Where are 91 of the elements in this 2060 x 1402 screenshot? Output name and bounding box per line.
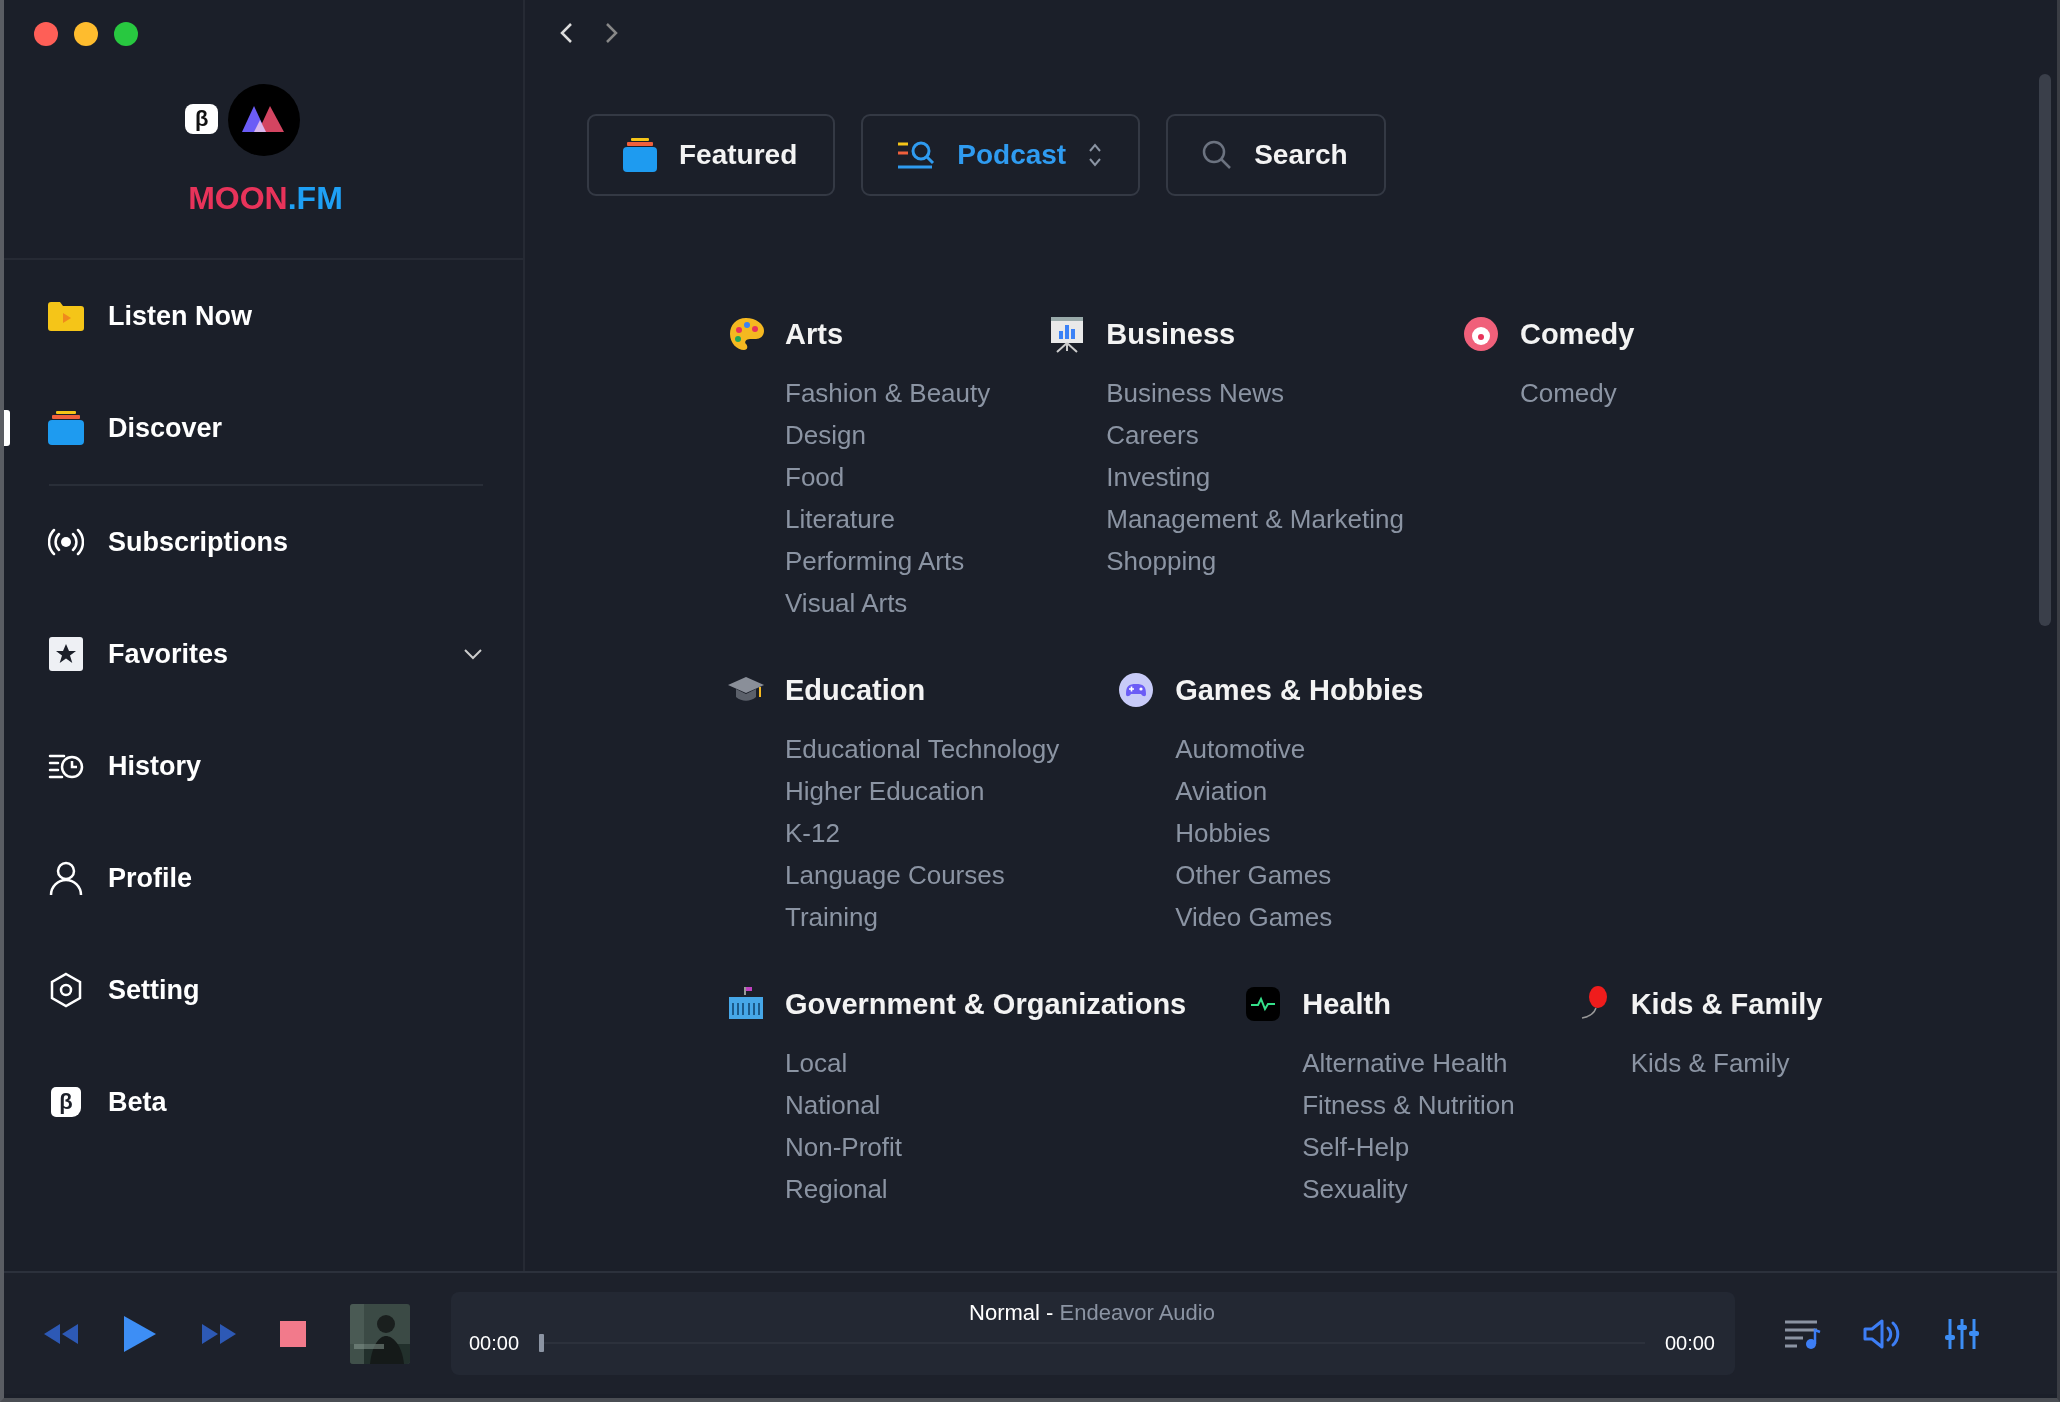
category-heading[interactable]: Education bbox=[785, 670, 1060, 710]
subcategory-link[interactable]: Non-Profit bbox=[785, 1126, 1187, 1168]
stack-icon bbox=[623, 138, 657, 172]
podcast-dropdown[interactable]: Podcast bbox=[861, 114, 1141, 196]
subcategory-link[interactable]: Aviation bbox=[1175, 770, 1424, 812]
sidebar-item[interactable]: History bbox=[4, 710, 523, 822]
subcategory-link[interactable]: Literature bbox=[785, 498, 991, 540]
subcategory-link[interactable]: Fashion & Beauty bbox=[785, 372, 991, 414]
beta-badge: β bbox=[185, 104, 219, 134]
broadcast-icon bbox=[48, 528, 84, 556]
stack-icon bbox=[48, 411, 84, 445]
play-button[interactable] bbox=[122, 1313, 158, 1354]
heartbeat-icon bbox=[1246, 987, 1281, 1021]
beta-icon: β bbox=[51, 1087, 81, 1117]
subcategory-link[interactable]: Alternative Health bbox=[1302, 1042, 1515, 1084]
fast-forward-icon bbox=[200, 1321, 238, 1346]
updown-icon bbox=[1088, 142, 1103, 168]
subcategory-link[interactable]: Investing bbox=[1106, 456, 1404, 498]
stop-button[interactable] bbox=[280, 1320, 306, 1347]
subcategory-link[interactable]: Language Courses bbox=[785, 854, 1060, 896]
equalizer-icon bbox=[1945, 1316, 1979, 1351]
sidebar-item[interactable]: β Beta bbox=[4, 1046, 523, 1158]
featured-tab[interactable]: Featured bbox=[587, 114, 836, 196]
category-heading[interactable]: Games & Hobbies bbox=[1175, 670, 1424, 710]
app-name: MOON.FM bbox=[188, 180, 343, 216]
flower-icon bbox=[1462, 316, 1499, 352]
category-heading[interactable]: Government & Organizations bbox=[785, 984, 1187, 1024]
subcategory-link[interactable]: Automotive bbox=[1175, 728, 1424, 770]
building-icon bbox=[728, 987, 764, 1021]
sidebar-item[interactable]: Setting bbox=[4, 934, 523, 1046]
stop-icon bbox=[280, 1320, 306, 1347]
sidebar-item[interactable]: Favorites bbox=[4, 598, 523, 710]
subcategory-link[interactable]: Self-Help bbox=[1302, 1126, 1515, 1168]
search-button[interactable]: Search bbox=[1166, 114, 1386, 196]
category-heading[interactable]: Business bbox=[1106, 314, 1404, 354]
subcategory-link[interactable]: K-12 bbox=[785, 812, 1060, 854]
gamepad-icon bbox=[1118, 672, 1155, 708]
subcategory-link[interactable]: Video Games bbox=[1175, 896, 1424, 938]
zoom-button[interactable] bbox=[114, 22, 138, 46]
category-heading[interactable]: Health bbox=[1302, 984, 1515, 1024]
sidebar-item[interactable]: Listen Now bbox=[4, 260, 523, 372]
scrollbar-thumb[interactable] bbox=[2039, 74, 2051, 626]
category-heading[interactable]: Comedy bbox=[1519, 314, 1635, 354]
subcategory-link[interactable]: Sexuality bbox=[1302, 1168, 1515, 1210]
subcategory-link[interactable]: Kids & Family bbox=[1630, 1042, 1823, 1084]
folder-icon bbox=[48, 301, 84, 331]
category-heading[interactable]: Arts bbox=[785, 314, 991, 354]
palette-icon bbox=[728, 316, 764, 352]
subcategory-link[interactable]: Business News bbox=[1106, 372, 1404, 414]
chevron-right-icon bbox=[605, 22, 619, 44]
play-icon bbox=[122, 1313, 158, 1354]
category-heading[interactable]: Kids & Family bbox=[1630, 984, 1823, 1024]
search-icon bbox=[1202, 140, 1233, 170]
subcategory-link[interactable]: Higher Education bbox=[785, 770, 1060, 812]
person-icon bbox=[49, 860, 83, 896]
chevron-left-icon bbox=[559, 22, 573, 44]
subcategory-link[interactable]: Fitness & Nutrition bbox=[1302, 1084, 1515, 1126]
subcategory-link[interactable]: Other Games bbox=[1175, 854, 1424, 896]
subcategory-link[interactable]: Management & Marketing bbox=[1106, 498, 1404, 540]
subcategory-link[interactable]: National bbox=[785, 1084, 1187, 1126]
sidebar-item[interactable]: Discover bbox=[4, 372, 523, 484]
elapsed-time: 00:00 bbox=[469, 1331, 520, 1356]
subcategory-link[interactable]: Food bbox=[785, 456, 991, 498]
selection-indicator bbox=[4, 410, 10, 446]
rewind-icon bbox=[42, 1321, 80, 1346]
close-button[interactable] bbox=[34, 22, 58, 46]
subcategory-link[interactable]: Visual Arts bbox=[785, 582, 991, 624]
list-search-icon bbox=[897, 140, 936, 170]
logo-icon bbox=[241, 106, 286, 134]
subcategory-link[interactable]: Careers bbox=[1106, 414, 1404, 456]
easel-icon bbox=[1049, 315, 1086, 353]
subcategory-link[interactable]: Regional bbox=[785, 1168, 1187, 1210]
sidebar-item[interactable]: Subscriptions bbox=[4, 486, 523, 598]
subcategory-link[interactable]: Local bbox=[785, 1042, 1187, 1084]
track-title: Normal - Endeavor Audio bbox=[969, 1300, 1215, 1326]
sidebar-item[interactable]: Profile bbox=[4, 822, 523, 934]
duration-time: 00:00 bbox=[1664, 1331, 1715, 1356]
subcategory-link[interactable]: Educational Technology bbox=[785, 728, 1060, 770]
progress-slider[interactable] bbox=[539, 1334, 1645, 1352]
equalizer-button[interactable] bbox=[1945, 1316, 1979, 1351]
chevron-down-icon bbox=[463, 648, 483, 660]
minimize-button[interactable] bbox=[74, 22, 98, 46]
subcategory-link[interactable]: Training bbox=[785, 896, 1060, 938]
subcategory-link[interactable]: Performing Arts bbox=[785, 540, 991, 582]
subcategory-link[interactable]: Comedy bbox=[1519, 372, 1635, 414]
rewind-button[interactable] bbox=[42, 1321, 80, 1346]
subcategory-link[interactable]: Design bbox=[785, 414, 991, 456]
fast-forward-button[interactable] bbox=[200, 1321, 238, 1346]
subcategory-link[interactable]: Shopping bbox=[1106, 540, 1404, 582]
settings-icon bbox=[49, 972, 83, 1008]
subcategory-link[interactable]: Hobbies bbox=[1175, 812, 1424, 854]
